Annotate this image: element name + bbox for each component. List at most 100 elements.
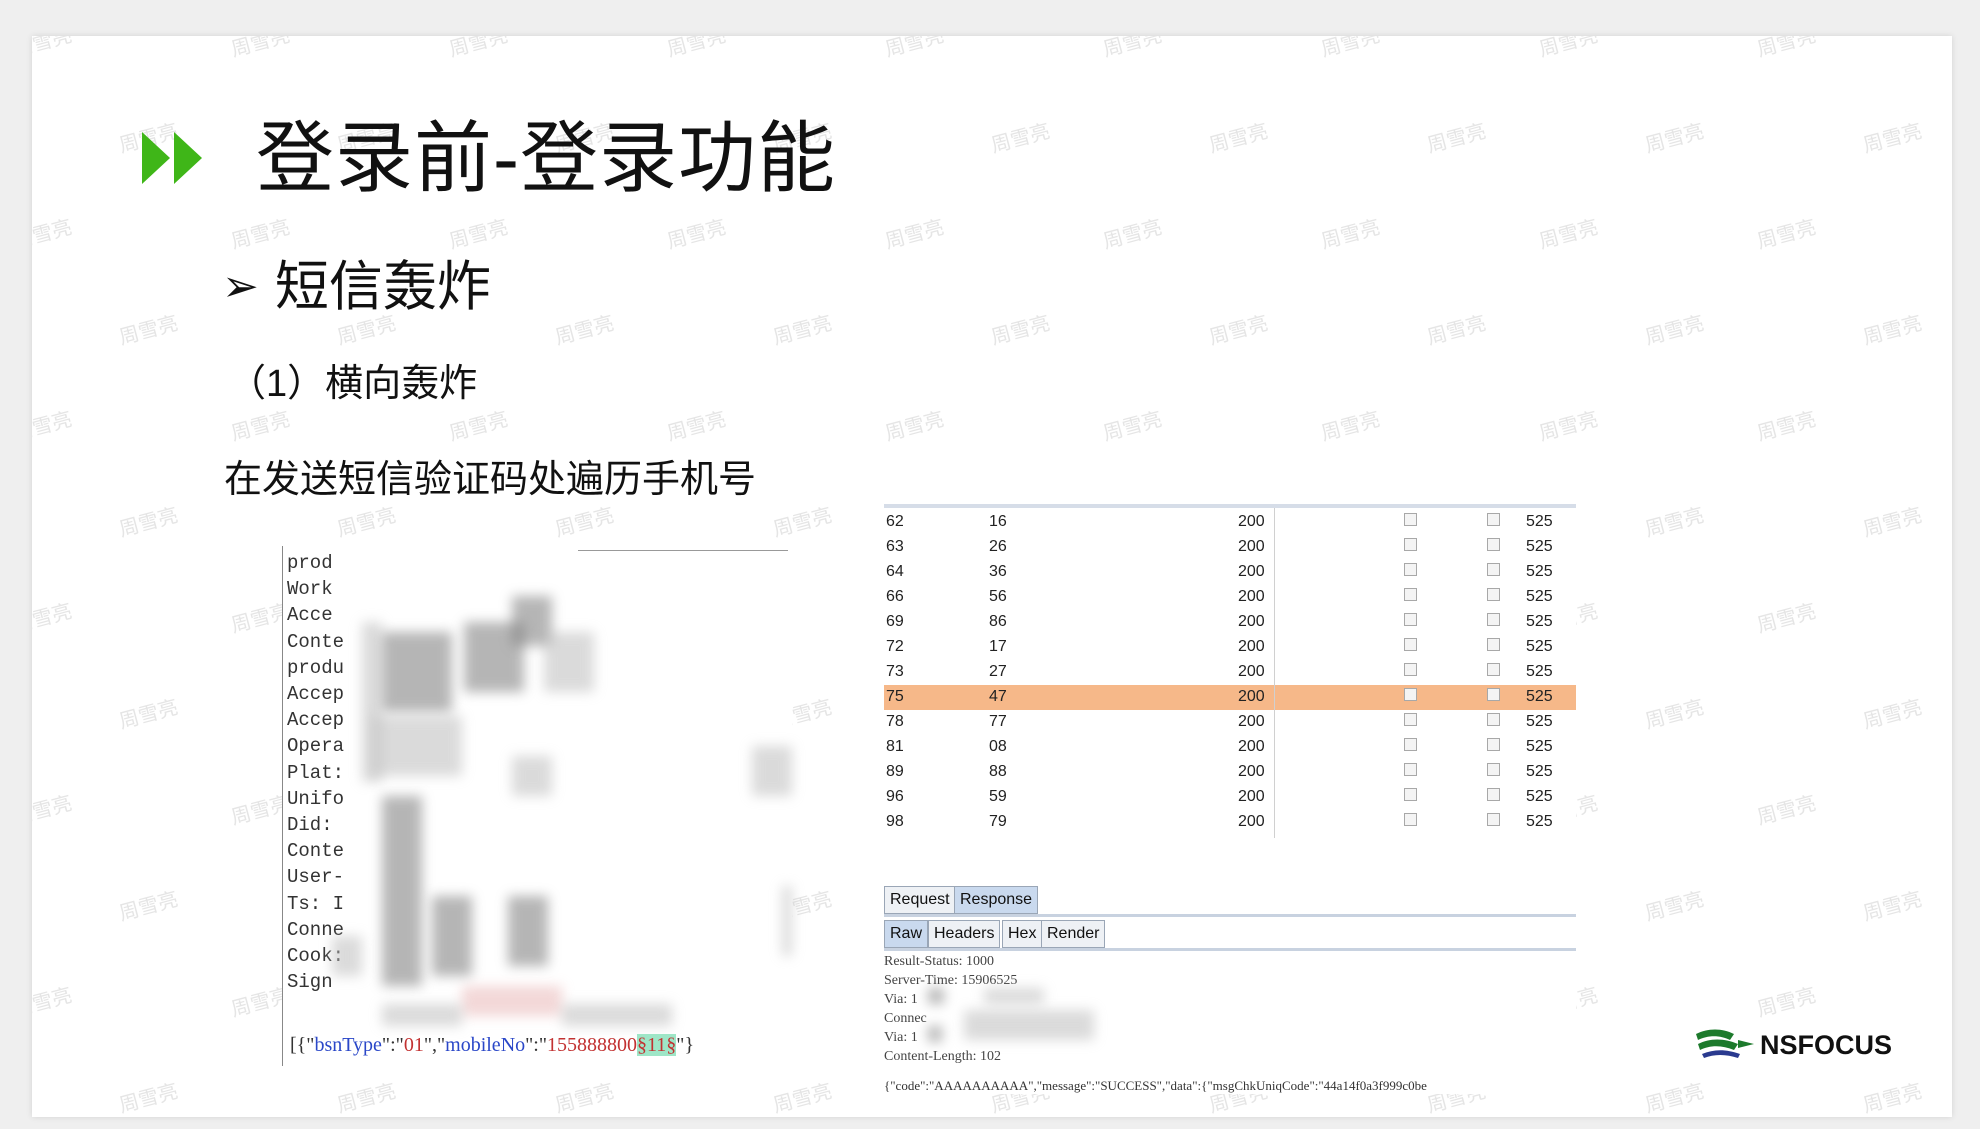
watermark-text: 周雪亮 — [32, 408, 75, 446]
header-name: Ts: I — [287, 892, 345, 915]
payload-cell: 17 — [989, 638, 1007, 655]
length-cell: 525 — [1526, 563, 1553, 580]
redacted-area — [382, 796, 422, 986]
checkbox[interactable] — [1404, 713, 1417, 726]
table-row-selected[interactable]: 75 47 200 525 — [884, 685, 1576, 710]
watermark-text: 周雪亮 — [32, 600, 75, 638]
status-cell: 200 — [1238, 513, 1265, 530]
header-name: Work — [287, 578, 333, 601]
checkbox[interactable] — [1487, 638, 1500, 651]
checkbox[interactable] — [1487, 513, 1500, 526]
request-number-cell: 73 — [886, 663, 904, 680]
header-name: Conte — [287, 840, 345, 863]
checkbox[interactable] — [1404, 788, 1417, 801]
checkbox[interactable] — [1404, 813, 1417, 826]
section-label: （1）横向轰炸 — [228, 363, 478, 405]
results-table: 62 16 200 525 63 26 200 525 64 36 200 525 66 56 200 525… — [884, 510, 1576, 835]
checkbox[interactable] — [1404, 638, 1417, 651]
checkbox[interactable] — [1487, 763, 1500, 776]
request-number-cell: 98 — [886, 813, 904, 830]
watermark-text: 周雪亮 — [1318, 408, 1383, 446]
checkbox[interactable] — [1404, 588, 1417, 601]
checkbox[interactable] — [1404, 738, 1417, 751]
tab-headers[interactable]: Headers — [928, 920, 1001, 948]
watermark-text: 周雪亮 — [1754, 36, 1819, 62]
payload-cell: 26 — [989, 538, 1007, 555]
payload-cell: 79 — [989, 813, 1007, 830]
status-cell: 200 — [1238, 763, 1265, 780]
payload-position-marker: §11§ — [637, 1034, 677, 1056]
header-name: Plat: — [287, 761, 345, 784]
table-row[interactable]: 98 79 200 525 — [884, 810, 1576, 835]
checkbox[interactable] — [1487, 688, 1500, 701]
checkbox[interactable] — [1487, 563, 1500, 576]
table-row[interactable]: 81 08 200 525 — [884, 735, 1576, 760]
request-number-cell: 75 — [886, 688, 904, 705]
subheading-text: 短信轰炸 — [274, 257, 491, 317]
length-cell: 525 — [1526, 738, 1553, 755]
subheading: ➢ 短信轰炸 — [222, 242, 491, 321]
checkbox[interactable] — [1487, 713, 1500, 726]
checkbox[interactable] — [1487, 738, 1500, 751]
checkbox[interactable] — [1487, 663, 1500, 676]
table-row[interactable]: 78 77 200 525 — [884, 710, 1576, 735]
checkbox[interactable] — [1404, 688, 1417, 701]
status-cell: 200 — [1238, 788, 1265, 805]
tab-request[interactable]: Request — [884, 886, 956, 914]
header-name: User- — [287, 866, 345, 889]
length-cell: 525 — [1526, 538, 1553, 555]
request-number-cell: 63 — [886, 538, 904, 555]
checkbox[interactable] — [1404, 563, 1417, 576]
tab-response[interactable]: Response — [954, 886, 1039, 914]
checkbox[interactable] — [1404, 613, 1417, 626]
watermark-text: 周雪亮 — [988, 120, 1053, 158]
watermark-text: 周雪亮 — [1860, 1080, 1925, 1117]
checkbox[interactable] — [1404, 763, 1417, 776]
watermark-text: 周雪亮 — [770, 504, 835, 542]
tab-raw[interactable]: Raw — [884, 920, 929, 948]
description-text: 在发送短信验证码处遍历手机号 — [224, 459, 757, 501]
watermark-text: 周雪亮 — [1860, 120, 1925, 158]
watermark-text: 周雪亮 — [334, 504, 399, 542]
request-number-cell: 62 — [886, 513, 904, 530]
watermark-text: 周雪亮 — [770, 312, 835, 350]
length-cell: 525 — [1526, 788, 1553, 805]
watermark-text: 周雪亮 — [228, 36, 293, 62]
tab-hex[interactable]: Hex — [1002, 920, 1043, 948]
redacted-area — [382, 632, 452, 712]
redacted-area — [508, 896, 548, 966]
checkbox[interactable] — [1487, 788, 1500, 801]
checkbox[interactable] — [1487, 538, 1500, 551]
table-row[interactable]: 62 16 200 525 — [884, 510, 1576, 535]
request-number-cell: 81 — [886, 738, 904, 755]
checkbox[interactable] — [1487, 588, 1500, 601]
watermark-text: 周雪亮 — [116, 1080, 181, 1117]
checkbox[interactable] — [1487, 813, 1500, 826]
table-row[interactable]: 69 86 200 525 — [884, 610, 1576, 635]
checkbox[interactable] — [1404, 513, 1417, 526]
table-row[interactable]: 63 26 200 525 — [884, 535, 1576, 560]
checkbox[interactable] — [1404, 538, 1417, 551]
watermark-text: 周雪亮 — [1754, 792, 1819, 830]
redacted-area — [964, 1010, 1094, 1040]
checkbox[interactable] — [1487, 613, 1500, 626]
table-row[interactable]: 73 27 200 525 — [884, 660, 1576, 685]
checkbox[interactable] — [1404, 663, 1417, 676]
status-cell: 200 — [1238, 613, 1265, 630]
table-row[interactable]: 89 88 200 525 — [884, 760, 1576, 785]
table-row[interactable]: 66 56 200 525 — [884, 585, 1576, 610]
slide-title: 登录前-登录功能 — [256, 114, 836, 202]
redacted-area — [462, 986, 562, 1016]
watermark-text: 周雪亮 — [1642, 1080, 1707, 1117]
watermark-text: 周雪亮 — [1536, 36, 1601, 62]
table-row[interactable]: 72 17 200 525 — [884, 635, 1576, 660]
redacted-area — [382, 1004, 462, 1026]
intruder-results-screenshot: 62 16 200 525 63 26 200 525 64 36 200 525 66 56 200 525… — [884, 504, 1576, 1094]
request-screenshot: prod Work Acce Conte produ Accep Accep Opera Pla… — [282, 546, 792, 1066]
header-name: Unifo — [287, 787, 345, 810]
length-cell: 525 — [1526, 663, 1553, 680]
table-row[interactable]: 64 36 200 525 — [884, 560, 1576, 585]
table-row[interactable]: 96 59 200 525 — [884, 785, 1576, 810]
tab-render[interactable]: Render — [1041, 920, 1106, 948]
watermark-text: 周雪亮 — [32, 216, 75, 254]
